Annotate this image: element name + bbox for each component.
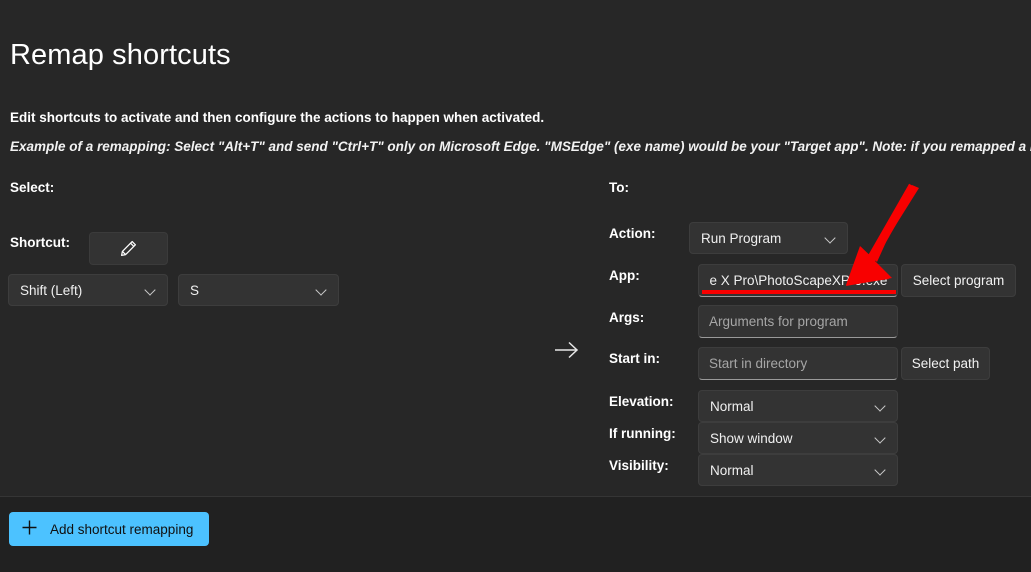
action-select[interactable]: Run Program [689, 222, 848, 254]
visibility-label: Visibility: [609, 458, 669, 473]
shortcut-modifier-select[interactable]: Shift (Left) [8, 274, 168, 306]
edit-shortcut-button[interactable] [89, 232, 168, 265]
start-in-label: Start in: [609, 351, 661, 366]
shortcut-label: Shortcut: [10, 235, 70, 250]
elevation-select[interactable]: Normal [698, 390, 898, 422]
chevron-down-icon [316, 284, 328, 296]
select-program-button[interactable]: Select program [901, 264, 1016, 297]
page-title: Remap shortcuts [10, 39, 231, 71]
chevron-down-icon [875, 464, 887, 476]
if-running-select[interactable]: Show window [698, 422, 898, 454]
start-in-input[interactable] [698, 347, 898, 380]
select-path-button-label: Select path [911, 356, 980, 371]
select-column-header: Select: [10, 180, 55, 195]
chevron-down-icon [875, 400, 887, 412]
args-label: Args: [609, 310, 645, 325]
elevation-label: Elevation: [609, 394, 674, 409]
app-label: App: [609, 268, 640, 283]
visibility-value: Normal [710, 462, 754, 478]
plus-icon [21, 519, 38, 539]
action-value: Run Program [701, 230, 782, 246]
page-description: Edit shortcuts to activate and then conf… [10, 110, 545, 125]
chevron-down-icon [825, 232, 837, 244]
action-label: Action: [609, 226, 656, 241]
pencil-icon [119, 239, 138, 258]
if-running-label: If running: [609, 426, 676, 441]
chevron-down-icon [875, 432, 887, 444]
add-shortcut-remapping-label: Add shortcut remapping [50, 521, 194, 537]
select-program-button-label: Select program [912, 273, 1005, 288]
shortcut-modifier-value: Shift (Left) [20, 282, 83, 298]
select-path-button[interactable]: Select path [901, 347, 990, 380]
visibility-select[interactable]: Normal [698, 454, 898, 486]
app-path-input[interactable] [698, 264, 898, 297]
to-column-header: To: [609, 180, 629, 195]
chevron-down-icon [145, 284, 157, 296]
arrow-right-icon [552, 338, 582, 362]
args-input[interactable] [698, 305, 898, 338]
page-example-note: Example of a remapping: Select "Alt+T" a… [10, 139, 1031, 154]
if-running-value: Show window [710, 430, 793, 446]
add-shortcut-remapping-button[interactable]: Add shortcut remapping [9, 512, 210, 546]
shortcut-key-select[interactable]: S [178, 274, 339, 306]
elevation-value: Normal [710, 398, 754, 414]
shortcut-key-value: S [190, 282, 200, 298]
